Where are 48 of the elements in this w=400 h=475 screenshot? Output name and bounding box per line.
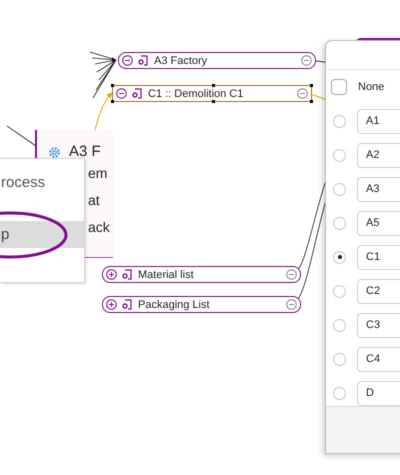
text-field[interactable]: A2 [357,142,400,168]
diagram-node[interactable]: A3 Factory [118,52,316,69]
document-gear-icon [122,299,132,310]
node-label: Packaging List [138,298,211,310]
text-field[interactable]: A5 [357,210,400,236]
expand-icon[interactable] [106,269,117,280]
resize-handle[interactable] [212,84,215,87]
card-text: ack [88,219,110,235]
resize-handle[interactable] [310,100,313,103]
resize-handle[interactable] [111,100,114,103]
text-field[interactable]: C2 [357,278,400,304]
radio-button[interactable] [333,386,346,400]
radio-button[interactable] [333,114,346,128]
node-label: C1 :: Demolition C1 [148,88,244,100]
option-label: None [358,81,384,93]
text-field[interactable]: C1 [357,244,400,270]
node-label: Material list [138,268,195,280]
collapse-icon[interactable] [116,88,127,99]
diagram-node[interactable]: Packaging List [102,296,301,313]
radio-button[interactable] [333,284,346,298]
menu-item[interactable]: rocess [0,169,84,196]
radio-button[interactable] [333,148,346,162]
card-text: em [88,165,108,181]
resize-handle[interactable] [310,84,313,87]
radio-button[interactable] [333,250,346,264]
diagram-node[interactable]: Material list [102,266,301,283]
text-field[interactable]: A1 [357,108,400,134]
document-gear-icon [132,88,142,99]
resize-handle[interactable] [111,84,114,87]
radio-button[interactable] [333,182,346,196]
menu-item[interactable]: p [0,221,84,248]
document-gear-icon [122,269,132,280]
expand-icon[interactable] [106,299,117,310]
diagram-node[interactable]: C1 :: Demolition C1 [112,85,312,102]
radio-button[interactable] [333,352,346,366]
resize-handle[interactable] [212,100,215,103]
radio-button[interactable] [331,79,347,95]
text-field[interactable]: A3 [357,176,400,202]
radio-button[interactable] [333,216,346,230]
collapse-icon[interactable] [122,55,133,66]
text-field[interactable]: C4 [357,346,400,372]
node-label: A3 Factory [154,54,208,66]
card-title: A3 F [69,143,101,160]
document-gear-icon [138,55,148,66]
card-text: at [88,192,100,208]
text-field[interactable]: C3 [357,312,400,338]
radio-button[interactable] [333,318,346,332]
gear-icon [48,146,61,159]
